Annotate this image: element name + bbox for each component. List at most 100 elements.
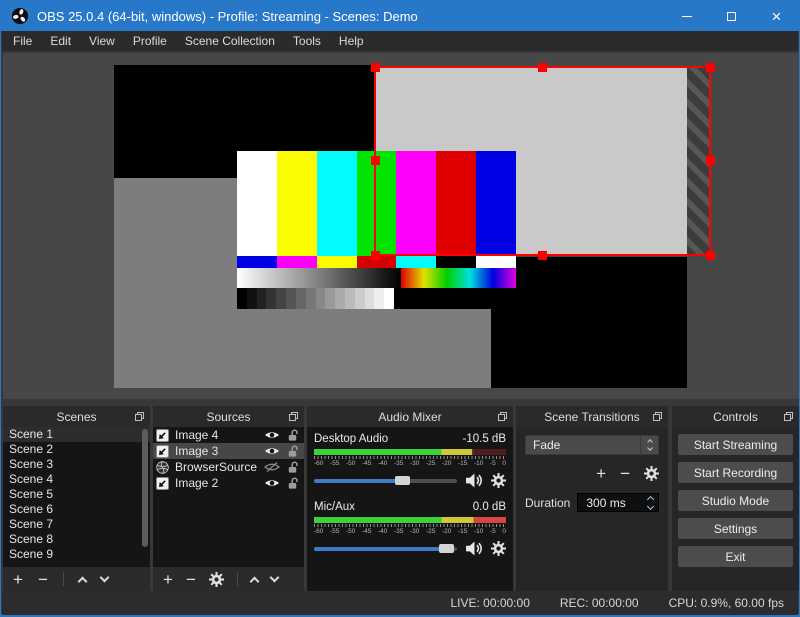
- move-scene-down-button[interactable]: [99, 572, 110, 583]
- visibility-eye-icon[interactable]: [263, 478, 281, 488]
- menu-help[interactable]: Help: [330, 31, 373, 51]
- unlock-icon[interactable]: [287, 428, 300, 442]
- add-transition-button[interactable]: +: [596, 465, 606, 482]
- transition-properties-gear-icon[interactable]: [644, 465, 659, 481]
- controls-header[interactable]: Controls: [672, 406, 799, 427]
- tick-label: -30: [410, 460, 420, 467]
- unlock-icon[interactable]: [287, 476, 300, 490]
- menu-scene-collection[interactable]: Scene Collection: [176, 31, 284, 51]
- scenes-header[interactable]: Scenes: [3, 406, 150, 427]
- tick-label: -5: [490, 528, 496, 535]
- selection-handle[interactable]: [371, 251, 380, 260]
- move-scene-up-button[interactable]: [77, 576, 88, 586]
- controls-panel: Controls Start Streaming Start Recording S…: [672, 406, 799, 591]
- gray-step: [354, 288, 365, 309]
- source-row[interactable]: Image 2: [153, 475, 304, 491]
- exit-button[interactable]: Exit: [678, 546, 793, 567]
- preview-area[interactable]: [3, 53, 799, 399]
- channel-settings-gear-icon[interactable]: [491, 541, 506, 556]
- scene-row[interactable]: Scene 4: [3, 472, 150, 487]
- scenes-scrollbar[interactable]: [142, 429, 148, 547]
- scene-transitions-header[interactable]: Scene Transitions: [516, 406, 668, 427]
- volume-slider-handle[interactable]: [394, 476, 410, 485]
- source-row[interactable]: Image 4: [153, 427, 304, 443]
- settings-button[interactable]: Settings: [678, 518, 793, 539]
- menu-tools[interactable]: Tools: [284, 31, 330, 51]
- selection-handle[interactable]: [706, 63, 715, 72]
- color-block: [476, 256, 517, 268]
- volume-slider-handle[interactable]: [438, 544, 454, 553]
- menu-file[interactable]: File: [4, 31, 41, 51]
- menu-view[interactable]: View: [80, 31, 124, 51]
- tick-label: -15: [458, 528, 468, 535]
- move-source-down-button[interactable]: [269, 572, 280, 583]
- add-scene-button[interactable]: +: [13, 571, 23, 588]
- selection-handle[interactable]: [706, 251, 715, 260]
- gray-step: [286, 288, 296, 309]
- dock-float-icon[interactable]: [498, 412, 507, 421]
- scenes-toolbar: + −: [3, 567, 150, 591]
- selection-handle[interactable]: [537, 63, 547, 72]
- unlock-icon[interactable]: [287, 460, 300, 474]
- maximize-button[interactable]: [709, 1, 754, 31]
- scenes-list[interactable]: Scene 1 Scene 2 Scene 3 Scene 4 Scene 5 Scene…: [3, 427, 150, 567]
- remove-transition-button[interactable]: −: [620, 465, 630, 482]
- minimize-button[interactable]: [664, 1, 709, 31]
- sources-header[interactable]: Sources: [153, 406, 304, 427]
- source-properties-gear-icon[interactable]: [208, 571, 224, 587]
- studio-mode-button[interactable]: Studio Mode: [678, 490, 793, 511]
- dock-float-icon[interactable]: [135, 412, 144, 421]
- start-recording-button[interactable]: Start Recording: [678, 462, 793, 483]
- scene-row[interactable]: Scene 2: [3, 442, 150, 457]
- menu-edit[interactable]: Edit: [41, 31, 80, 51]
- sources-list[interactable]: Image 4 Image 3 BrowserSource Image 2: [153, 427, 304, 567]
- titlebar[interactable]: OBS 25.0.4 (64-bit, windows) - Profile: …: [1, 1, 799, 31]
- visibility-eye-off-icon[interactable]: [263, 462, 281, 472]
- controls-title: Controls: [713, 409, 758, 424]
- selection-handle[interactable]: [706, 156, 715, 165]
- spinbox-arrows[interactable]: [642, 495, 658, 510]
- move-source-up-button[interactable]: [249, 576, 260, 586]
- canvas-source-black-rect-2[interactable]: [491, 257, 687, 388]
- scene-row[interactable]: Scene 5: [3, 487, 150, 502]
- visibility-eye-icon[interactable]: [263, 446, 281, 456]
- selection-handle[interactable]: [371, 156, 380, 165]
- remove-scene-button[interactable]: −: [38, 571, 48, 588]
- scene-row[interactable]: Scene 8: [3, 532, 150, 547]
- speaker-icon[interactable]: [465, 541, 483, 556]
- statusbar: LIVE: 00:00:00 REC: 00:00:00 CPU: 0.9%, …: [2, 591, 798, 615]
- gray-gradient: [237, 268, 401, 288]
- source-row[interactable]: Image 3: [153, 443, 304, 459]
- visibility-eye-icon[interactable]: [263, 430, 281, 440]
- dock-float-icon[interactable]: [653, 412, 662, 421]
- scene-row[interactable]: Scene 7: [3, 517, 150, 532]
- duration-spinbox[interactable]: 300 ms: [577, 493, 659, 512]
- channel-settings-gear-icon[interactable]: [491, 473, 506, 488]
- maximize-icon: [727, 11, 736, 21]
- selection-outline[interactable]: [371, 63, 715, 260]
- close-button[interactable]: ×: [754, 1, 799, 31]
- unlock-icon[interactable]: [287, 444, 300, 458]
- gray-step: [344, 288, 355, 309]
- volume-slider[interactable]: [314, 544, 457, 553]
- transition-select[interactable]: Fade: [525, 435, 659, 455]
- sources-panel: Sources Image 4 Image 3 BrowserSource Image…: [153, 406, 304, 591]
- dock-float-icon[interactable]: [289, 412, 298, 421]
- add-source-button[interactable]: +: [163, 571, 173, 588]
- selection-handle[interactable]: [537, 251, 547, 260]
- scene-row[interactable]: Scene 6: [3, 502, 150, 517]
- scene-row[interactable]: Scene 3: [3, 457, 150, 472]
- tick-label: -25: [426, 528, 436, 535]
- start-streaming-button[interactable]: Start Streaming: [678, 434, 793, 455]
- source-row[interactable]: BrowserSource: [153, 459, 304, 475]
- speaker-icon[interactable]: [465, 473, 483, 488]
- dock-float-icon[interactable]: [784, 412, 793, 421]
- menu-profile[interactable]: Profile: [124, 31, 176, 51]
- remove-source-button[interactable]: −: [186, 571, 196, 588]
- volume-slider[interactable]: [314, 476, 457, 485]
- scene-row[interactable]: Scene 9: [3, 547, 150, 562]
- scene-row[interactable]: Scene 1: [3, 427, 150, 442]
- tick-label: -10: [474, 460, 484, 467]
- audio-mixer-header[interactable]: Audio Mixer: [307, 406, 513, 427]
- selection-handle[interactable]: [371, 63, 380, 72]
